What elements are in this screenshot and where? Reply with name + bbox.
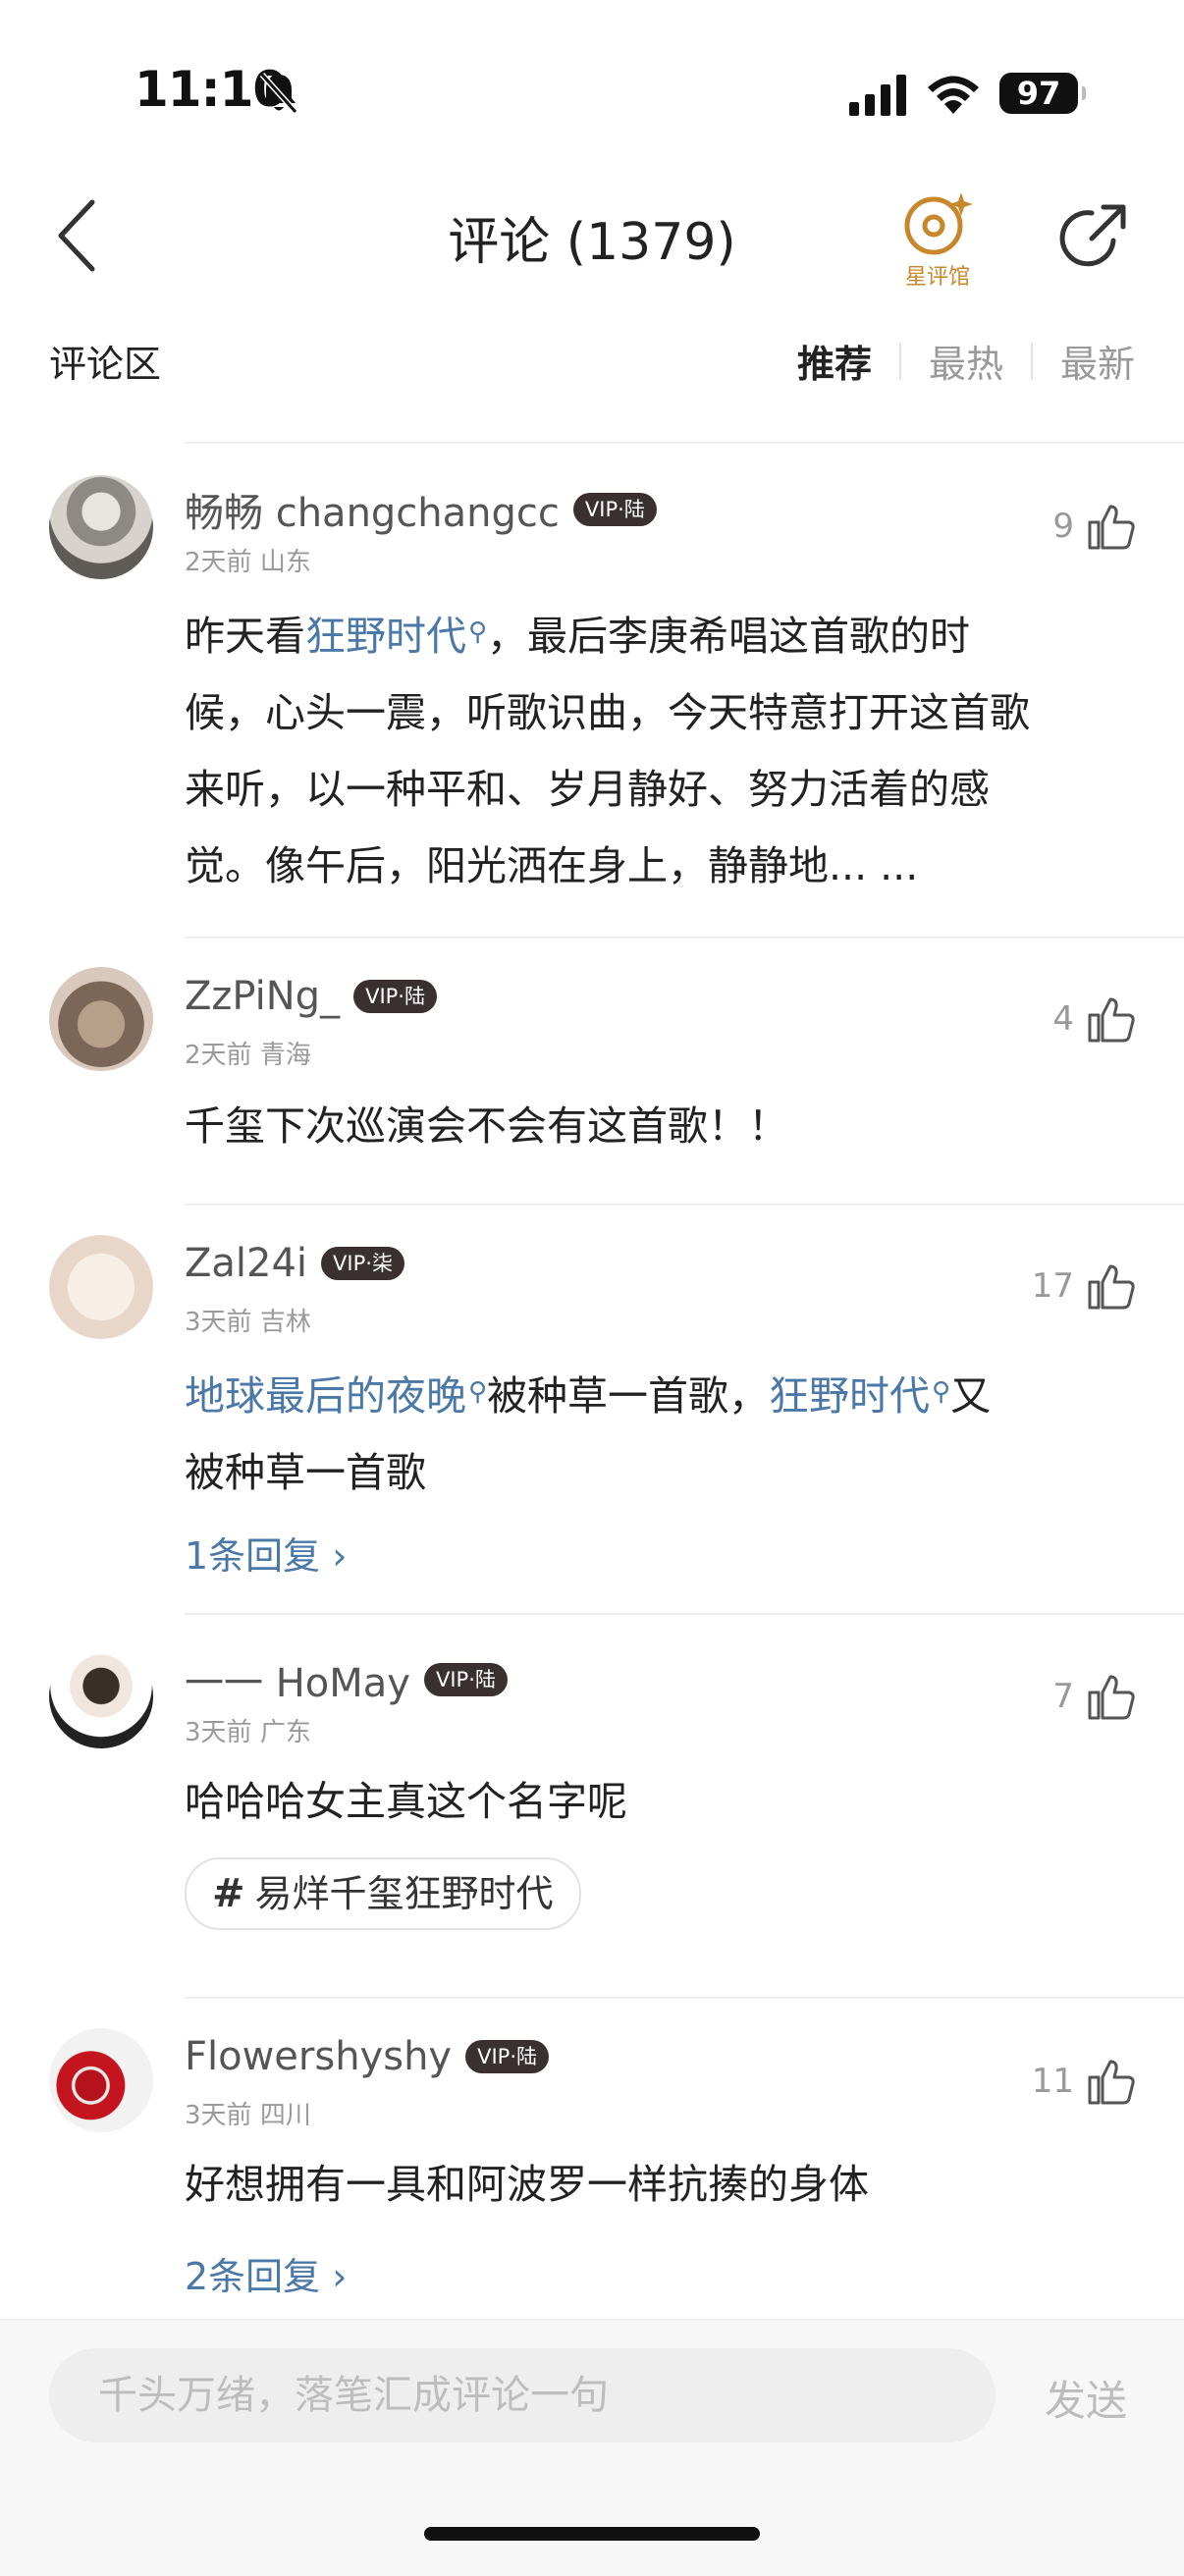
comment-text-line: 来听，以一种平和、岁月静好、努力活着的感 [185,766,990,813]
username[interactable]: 一一 HoMay [185,1651,410,1708]
topic-tag[interactable]: # 易烊千玺狂野时代 [185,1857,581,1930]
star-pavilion-label: 星评馆 [904,265,970,290]
divider [185,442,1184,444]
comment-time: 3天前 [185,1718,252,1747]
comment-text: 好想拥有一具和阿波罗一样抗揍的身体 [185,2161,869,2208]
tab-divider [898,342,901,380]
star-pavilion-button[interactable]: 星评馆 [888,188,987,296]
comment-location: 广东 [259,1718,311,1747]
avatar[interactable] [49,475,153,579]
avatar[interactable] [49,1644,153,1748]
vip-badge: VIP·柒 [321,1247,404,1280]
comment-location: 四川 [259,2101,311,2130]
comment-meta: 3天前 广东 [185,1712,311,1748]
comment-text-part: ，最后李庚希唱这首歌的时 [487,613,971,660]
like-button[interactable]: 7 [1052,1671,1137,1722]
topic-link[interactable]: 狂野时代 [305,613,466,660]
username[interactable]: ZzPiNg_ [185,974,340,1019]
comment-text: 昨天看狂野时代⚲，最后李庚希唱这首歌的时 候，心头一震，听歌识曲，今天特意打开这… [185,594,1137,904]
battery-indicator: 97 [999,73,1086,114]
like-count: 17 [1031,1266,1074,1306]
username[interactable]: Zal24i [185,1241,307,1286]
like-button[interactable]: 4 [1052,993,1137,1045]
username[interactable]: Flowershyshy [185,2034,452,2079]
comment-meta: 2天前 山东 [185,542,311,578]
thumbs-up-icon [1088,997,1135,1043]
comment-time: 2天前 [185,548,252,577]
vip-badge: VIP·陆 [465,2040,549,2073]
comment-location: 吉林 [259,1308,311,1337]
avatar[interactable] [49,967,153,1071]
share-icon[interactable] [1058,201,1129,272]
comment-text: 千玺下次巡演会不会有这首歌！！ [185,1102,788,1150]
like-count: 9 [1052,507,1074,546]
like-button[interactable]: 17 [1032,1261,1137,1312]
topic-tag-label: 易烊千玺狂野时代 [254,1872,554,1915]
bell-muted-icon [259,72,298,115]
hashtag-icon: # [212,1871,245,1916]
divider [185,1613,1184,1615]
comment-text-part: 又 [950,1372,992,1420]
chevron-right-icon: › [320,1534,348,1578]
comment-meta: 3天前 四川 [185,2095,311,2131]
page-title: 评论 (1379) [448,213,736,272]
like-count: 11 [1031,2062,1074,2101]
avatar[interactable] [49,1235,153,1339]
tab-divider [1030,342,1033,380]
like-button[interactable]: 9 [1052,501,1137,552]
thumbs-up-icon [1088,1675,1135,1720]
topic-link[interactable]: 地球最后的夜晚 [185,1372,466,1420]
vip-badge: VIP·陆 [353,980,437,1013]
comment-meta: 3天前 吉林 [185,1302,311,1338]
thumbs-up-icon [1088,505,1135,550]
comment-location: 青海 [259,1041,311,1070]
username[interactable]: 畅畅 changchangcc [185,481,560,538]
divider [185,1204,1184,1206]
comment-text: 地球最后的夜晚⚲被种草一首歌，狂野时代⚲又 被种草一首歌 [185,1354,1137,1511]
send-button[interactable]: 发送 [1045,2368,1127,2428]
replies-label: 1条回复 [185,1534,321,1578]
sort-tab-newest[interactable]: 最新 [1060,334,1135,388]
thumbs-up-icon [1088,1264,1135,1310]
like-button[interactable]: 11 [1032,2056,1137,2107]
comment-section-title: 评论区 [49,343,162,386]
like-count: 4 [1052,999,1074,1039]
comment-text-part: 被种草一首歌， [487,1372,770,1420]
comment-text-line: 候，心头一震，听歌识曲，今天特意打开这首歌 [185,689,1030,736]
chevron-right-icon: › [320,2255,348,2298]
comment-text-part: 昨天看 [185,613,305,660]
vip-badge: VIP·陆 [572,493,657,526]
comment-text-line: 被种草一首歌 [185,1449,426,1496]
home-indicator[interactable] [424,2527,760,2541]
like-count: 7 [1052,1677,1074,1716]
divider [185,1997,1184,1999]
view-replies-link[interactable]: 1条回复 › [185,1526,347,1580]
cellular-signal-icon [849,75,906,116]
wifi-icon [928,76,979,114]
search-icon: ⚲ [932,1377,951,1407]
vip-badge: VIP·陆 [423,1663,508,1696]
comment-text: 哈哈哈女主真这个名字呢 [185,1778,627,1825]
comment-time: 2天前 [185,1041,252,1070]
search-icon: ⚲ [468,617,488,647]
divider [185,937,1184,939]
sort-tabs: 推荐 最热 最新 [797,334,1135,388]
view-replies-link[interactable]: 2条回复 › [185,2246,347,2300]
topic-link[interactable]: 狂野时代 [769,1372,930,1420]
comment-time: 3天前 [185,1308,252,1337]
comment-meta: 2天前 青海 [185,1035,311,1071]
search-icon: ⚲ [468,1377,488,1407]
avatar[interactable] [49,2028,153,2132]
thumbs-up-icon [1088,2060,1135,2105]
comment-time: 3天前 [185,2101,252,2130]
comment-location: 山东 [259,548,311,577]
star-disc-icon [904,192,973,255]
comment-input[interactable] [49,2348,996,2442]
sort-tab-hottest[interactable]: 最热 [929,334,1003,388]
comment-text-line: 觉。像午后，阳光洒在身上，静静地... ... [185,842,919,889]
sort-tab-recommended[interactable]: 推荐 [797,334,872,388]
replies-label: 2条回复 [185,2255,321,2298]
